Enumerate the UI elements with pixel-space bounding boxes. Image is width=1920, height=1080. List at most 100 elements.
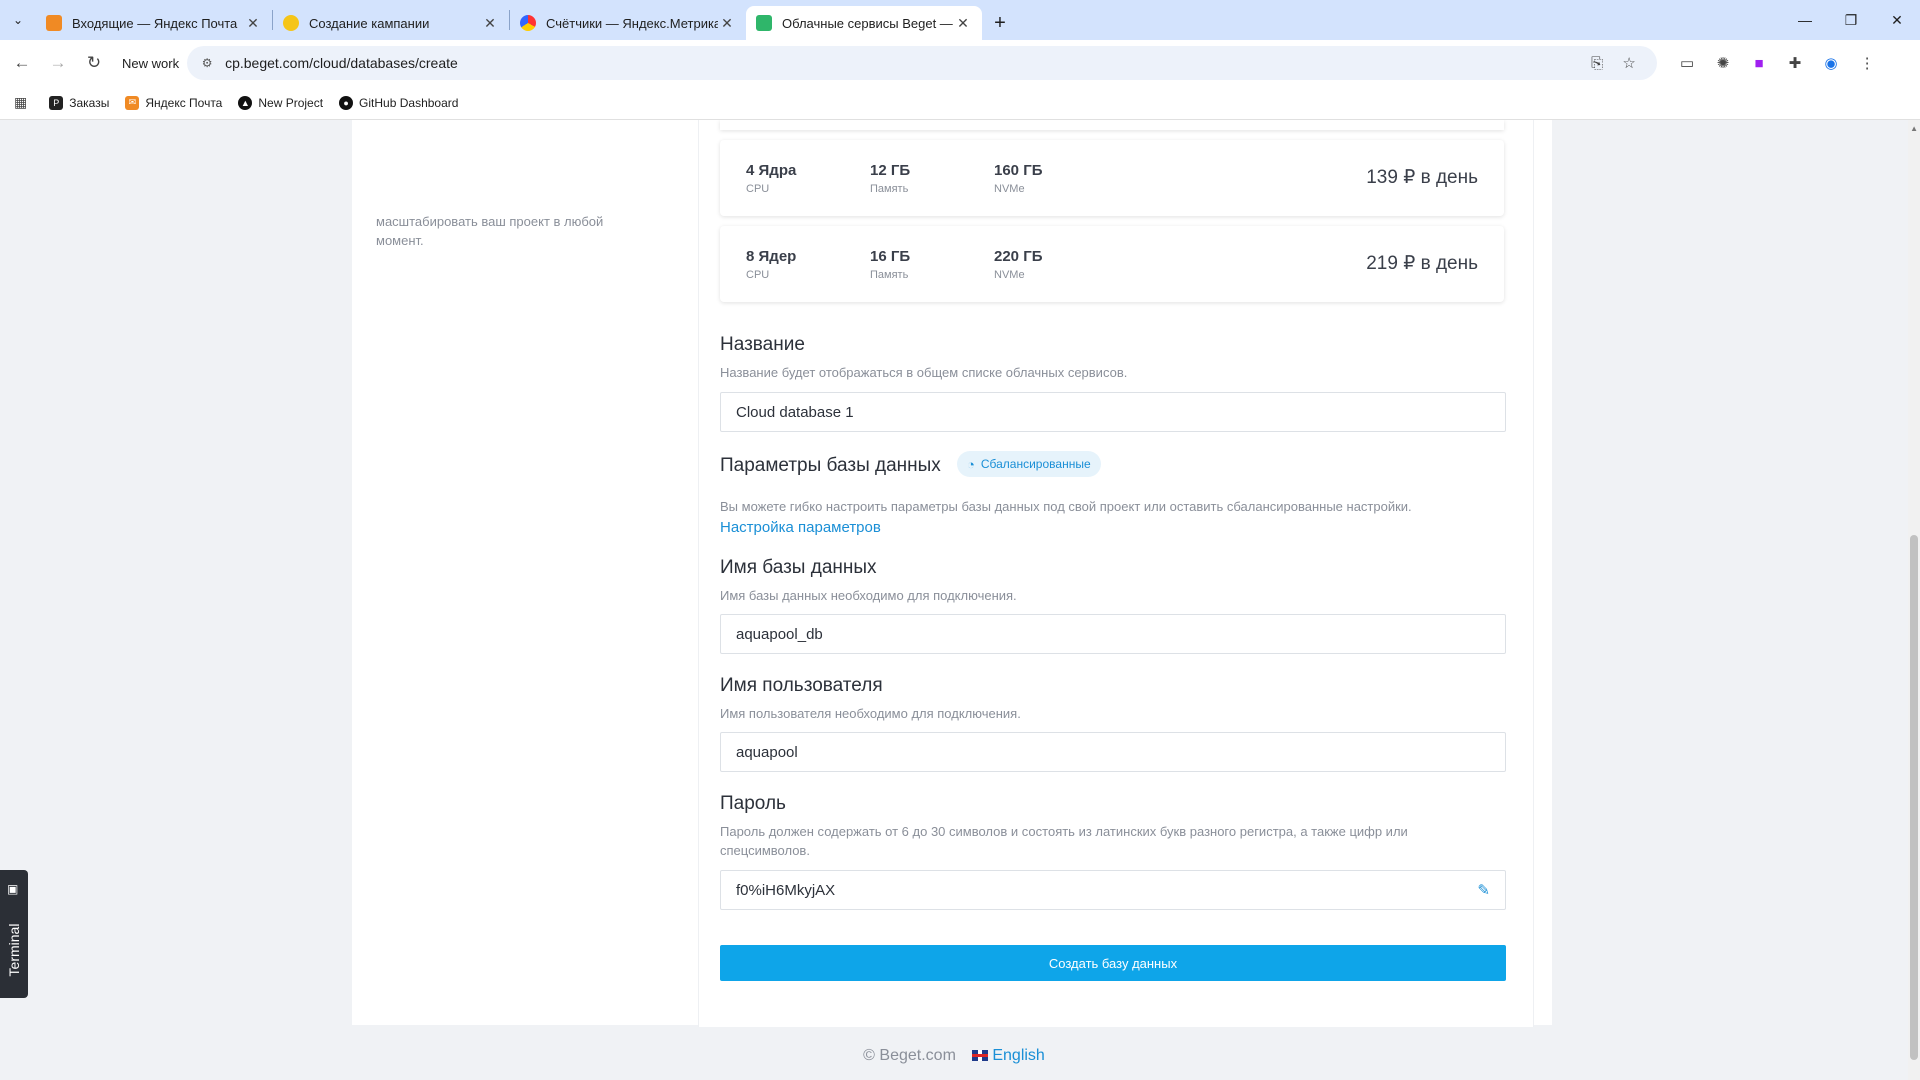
back-icon[interactable]: ← [4,45,40,81]
cpu-value: 4 Ядра [746,162,797,179]
mail-icon: ✉ [125,95,140,110]
tab-metrika[interactable]: Счётчики — Яндекс.Метрика ✕ [510,6,746,40]
speedometer-icon: ◔ [967,456,975,472]
db-name-input[interactable]: aquapool_db [720,614,1506,654]
minimize-icon[interactable]: — [1782,0,1828,40]
ram-label: Память [870,269,909,281]
tab-close-icon[interactable]: ✕ [244,15,262,32]
plan-card[interactable]: 4 Ядра CPU 12 ГБ Память 160 ГБ NVMe 139 … [720,140,1504,216]
extension-purple-icon[interactable]: ■ [1741,45,1777,81]
window-controls: — ❐ ✕ [1782,0,1920,40]
terminal-label: Terminal [6,923,22,977]
plan-price: 219 ₽ в день [1366,253,1478,274]
terminal-icon: ▣ [7,882,19,896]
password-input[interactable]: f0%iH6MkyjAX ✎ [720,870,1506,910]
disk-value: 160 ГБ [994,162,1043,179]
ram-value: 12 ГБ [870,162,911,179]
name-section-description: Название будет отображаться в общем спис… [720,365,1128,380]
url-text[interactable]: cp.beget.com/cloud/databases/create [225,55,1581,71]
badge-label: Сбалансированные [980,457,1091,471]
bookmark-new-project[interactable]: ▲ New Project [238,95,324,110]
scroll-up-arrow-icon[interactable]: ▲ [1910,124,1918,133]
db-name-input-value: aquapool_db [736,625,823,643]
db-params-description: Вы можете гибко настроить параметры базы… [720,499,1412,514]
tab-beget-cloud[interactable]: Облачные сервисы Beget — Г ✕ [746,6,982,40]
user-name-title: Имя пользователя [720,675,883,696]
bookmark-orders[interactable]: P Заказы [49,95,109,110]
left-description-line: момент. [376,233,424,248]
bookmark-yandex-mail[interactable]: ✉ Яндекс Почта [125,95,223,110]
bookmark-label: New Project [258,95,324,110]
cpu-label: CPU [746,183,770,195]
password-description: Пароль должен содержать от 6 до 30 симво… [720,824,1408,858]
disk-value: 220 ГБ [994,248,1043,265]
tab-close-icon[interactable]: ✕ [718,15,736,32]
plan-disk: 160 ГБ NVMe [994,162,1042,195]
create-database-button[interactable]: Создать базу данных [720,945,1506,981]
terminal-tab[interactable]: ▣ Terminal [0,870,28,998]
camera-icon[interactable]: ▭ [1669,45,1705,81]
reload-icon[interactable]: ↻ [76,45,112,81]
tab-close-icon[interactable]: ✕ [481,15,499,32]
user-name-input[interactable]: aquapool [720,732,1506,772]
db-name-description: Имя базы данных необходимо для подключен… [720,588,1017,603]
page-viewport: масштабировать ваш проект в любой момент… [0,120,1908,1080]
plan-cpu: 4 Ядра CPU [746,162,796,195]
plan-disk: 220 ГБ NVMe [994,248,1042,281]
direct-favicon-icon [283,15,299,31]
restore-icon[interactable]: ❐ [1828,0,1874,40]
tab-create-campaign[interactable]: Создание кампании ✕ [273,6,509,40]
tab-close-icon[interactable]: ✕ [954,15,972,32]
bookmark-label: GitHub Dashboard [359,95,459,110]
plan-ram: 12 ГБ Память [870,162,910,195]
cpu-label: CPU [746,269,770,281]
vercel-icon: ▲ [238,95,253,110]
tab-yandex-mail[interactable]: Входящие — Яндекс Почта ✕ [36,6,272,40]
plan-card[interactable]: 8 Ядер CPU 16 ГБ Память 220 ГБ NVMe 219 … [720,226,1504,302]
left-description-line-cut: масштабировать ваш проект в любой [376,214,604,229]
footer-copyright: © Beget.com [863,1047,956,1064]
apps-grid-icon[interactable]: ▦ [14,94,27,111]
metrika-favicon-icon [520,15,536,31]
bookmark-star-icon[interactable]: ☆ [1613,54,1645,72]
user-name-input-value: aquapool [736,743,798,761]
tab-search-icon[interactable]: ⌄ [0,0,36,40]
language-switch[interactable]: English [972,1047,1045,1064]
scrollbar-thumb[interactable] [1910,535,1918,1060]
tab-title: Входящие — Яндекс Почта [72,15,238,31]
name-input-value: Cloud database 1 [736,403,854,421]
profile-avatar-icon[interactable]: ◉ [1813,45,1849,81]
extensions-puzzle-icon[interactable]: ✚ [1777,45,1813,81]
plan-card-partial[interactable] [720,120,1504,130]
db-name-title: Имя базы данных [720,557,877,578]
bookmark-github-dashboard[interactable]: ● GitHub Dashboard [339,95,459,110]
configure-params-link[interactable]: Настройка параметров [720,519,881,536]
name-input[interactable]: Cloud database 1 [720,392,1506,432]
site-info-icon[interactable]: ⚙ [199,55,215,71]
mail-favicon-icon [46,15,62,31]
extension-cookie-icon[interactable]: ✺ [1705,45,1741,81]
beget-favicon-icon [756,15,772,31]
plan-ram: 16 ГБ Память [870,248,910,281]
new-tab-button[interactable]: + [982,6,1018,40]
ram-label: Память [870,183,909,195]
browser-menu-icon[interactable]: ⋮ [1849,45,1885,81]
disk-label: NVMe [994,183,1025,195]
ram-value: 16 ГБ [870,248,911,265]
close-window-icon[interactable]: ✕ [1874,0,1920,40]
bookmark-label: Яндекс Почта [145,95,223,110]
generate-password-icon[interactable]: ✎ [1477,881,1490,899]
profile-label[interactable]: New work [122,56,179,71]
orders-icon: P [49,95,64,110]
uk-flag-icon [972,1050,989,1061]
bookmarks-bar: ▦ P Заказы ✉ Яндекс Почта ▲ New Project … [0,86,1920,120]
browser-tab-bar: ⌄ Входящие — Яндекс Почта ✕ Создание кам… [0,0,1920,40]
forward-icon[interactable]: → [40,45,76,81]
install-app-icon[interactable]: ⎘ [1581,55,1613,72]
user-name-description: Имя пользователя необходимо для подключе… [720,706,1021,721]
tab-title: Счётчики — Яндекс.Метрика [546,15,718,31]
tab-title: Облачные сервисы Beget — Г [782,15,954,31]
language-label: English [992,1047,1045,1064]
password-title: Пароль [720,793,786,814]
address-bar[interactable]: ⚙ cp.beget.com/cloud/databases/create ⎘ … [187,46,1658,80]
